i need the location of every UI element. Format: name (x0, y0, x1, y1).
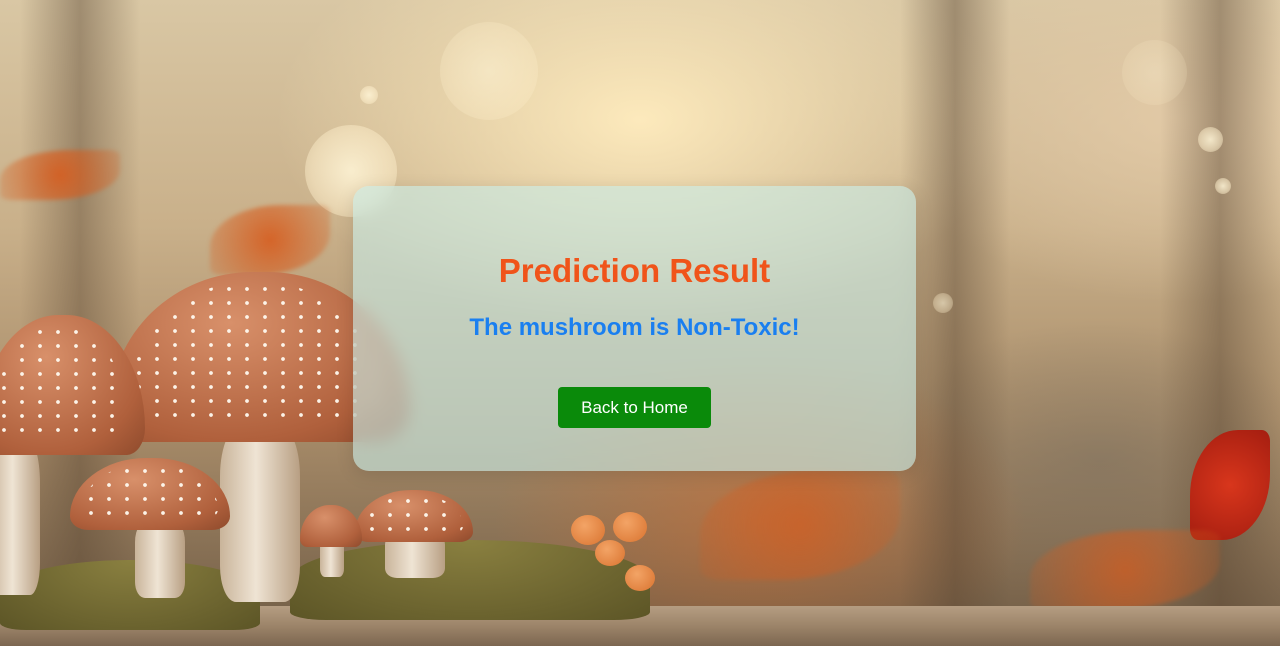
result-title: Prediction Result (498, 252, 771, 289)
bokeh-light (1198, 127, 1223, 152)
small-mushroom (70, 458, 230, 598)
small-mushroom (300, 505, 365, 580)
prediction-message: The mushroom is Non-Toxic! (469, 314, 800, 341)
bokeh-light (1122, 40, 1187, 105)
small-orange-mushroom (595, 540, 625, 566)
small-orange-mushroom (571, 515, 605, 545)
bokeh-light (1215, 178, 1231, 194)
tree-trunk (900, 0, 1010, 646)
prediction-result-card: Prediction Result The mushroom is Non-To… (353, 186, 916, 471)
small-orange-mushroom (613, 512, 647, 542)
bokeh-light (360, 86, 378, 104)
small-orange-mushroom (625, 565, 655, 591)
bokeh-light (440, 22, 538, 120)
autumn-leaf (210, 205, 330, 275)
bokeh-light (933, 293, 953, 313)
background-image: Prediction Result The mushroom is Non-To… (0, 0, 1280, 646)
back-to-home-button[interactable]: Back to Home (558, 387, 711, 428)
small-mushroom (355, 490, 475, 580)
autumn-leaf (700, 470, 900, 580)
